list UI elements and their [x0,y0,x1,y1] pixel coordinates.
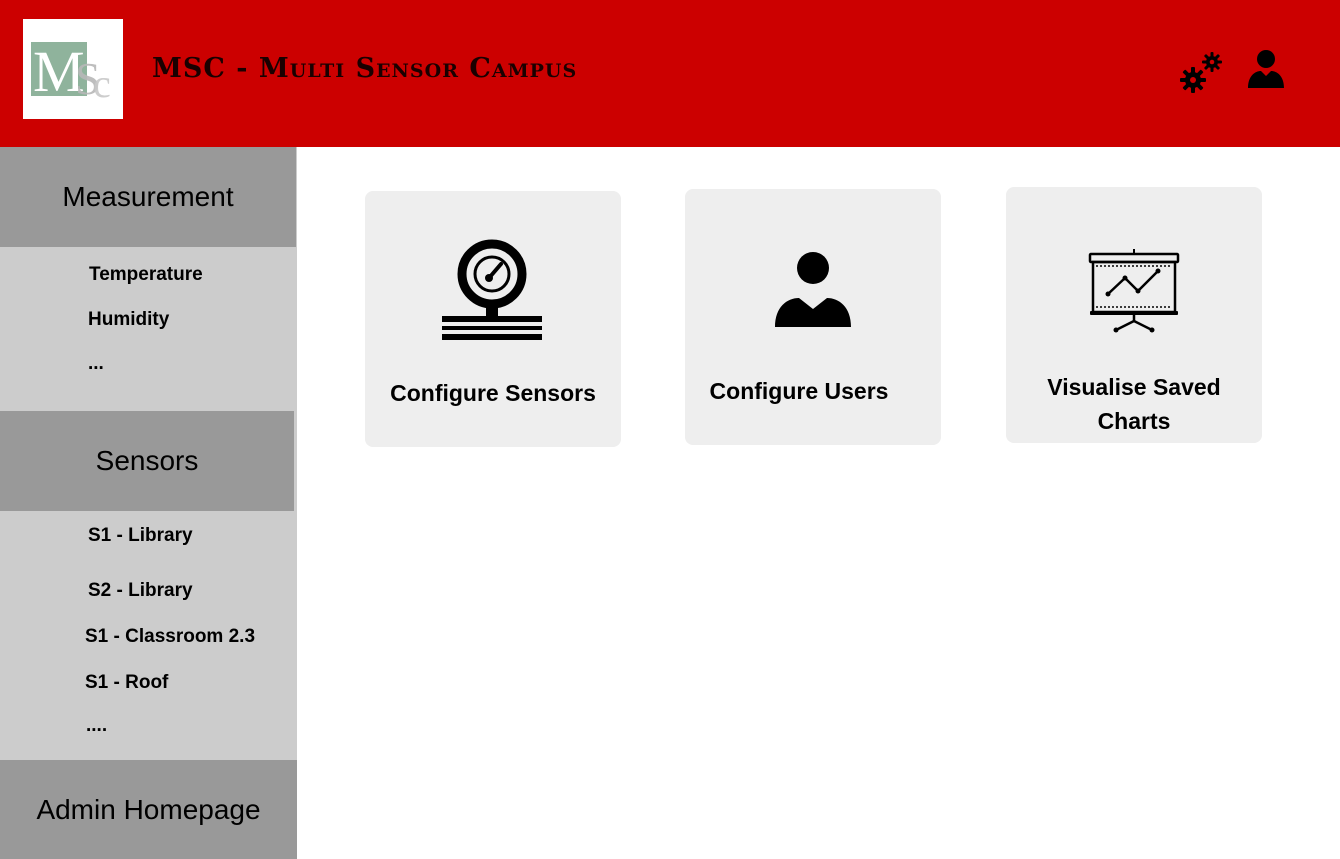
msc-logo[interactable]: M S c [23,19,123,119]
visualise-charts-label-line2: Charts [1097,408,1171,434]
app-title: MSC - Multi Sensor Campus [152,53,578,84]
configure-sensors-card[interactable]: Configure Sensors [365,191,621,447]
sidebar-item-more-measurements[interactable]: ... [88,353,104,375]
sidebar-item-humidity[interactable]: Humidity [88,309,169,331]
sidebar-section-title: Sensors [95,445,199,476]
sidebar-section-sensors[interactable]: Sensors [0,411,294,511]
sidebar-item-more-sensors[interactable]: .... [86,715,107,737]
configure-users-card[interactable]: Configure Users [685,189,941,445]
sidebar-item-temperature[interactable]: Temperature [89,264,203,286]
app-root: M S c MSC - Multi Sensor Campus Measurem… [0,0,1340,859]
user-icon [1248,50,1284,88]
sidebar-item-s1-library[interactable]: S1 - Library [88,525,193,547]
settings-button[interactable] [1178,50,1224,94]
gears-icon [1180,52,1222,93]
configure-users-label: Configure Users [709,378,889,404]
sidebar-section-measurement[interactable]: Measurement [0,147,296,247]
sidebar-section-title: Admin Homepage [36,793,261,825]
configure-sensors-label: Configure Sensors [390,380,596,406]
visualise-charts-label-line1: Visualise Saved [1047,374,1221,400]
sidebar-item-s1-classroom[interactable]: S1 - Classroom 2.3 [85,626,255,648]
sidebar: Measurement Temperature Humidity ... Sen… [0,147,297,859]
sidebar-section-title: Measurement [62,181,234,212]
pressure-gauge-icon [442,239,542,340]
svg-text:c: c [93,61,111,106]
user-icon [775,252,851,327]
visualise-saved-charts-card[interactable]: Visualise Saved Charts [1006,187,1262,443]
msc-logo-graphic: M S c [31,39,111,106]
sidebar-item-s2-library[interactable]: S2 - Library [88,580,193,602]
sidebar-item-s1-roof[interactable]: S1 - Roof [85,672,168,694]
top-header: M S c MSC - Multi Sensor Campus [0,0,1340,147]
presentation-chart-icon [1088,249,1180,333]
sidebar-section-admin-homepage[interactable]: Admin Homepage [0,760,297,859]
profile-button[interactable] [1245,48,1287,90]
